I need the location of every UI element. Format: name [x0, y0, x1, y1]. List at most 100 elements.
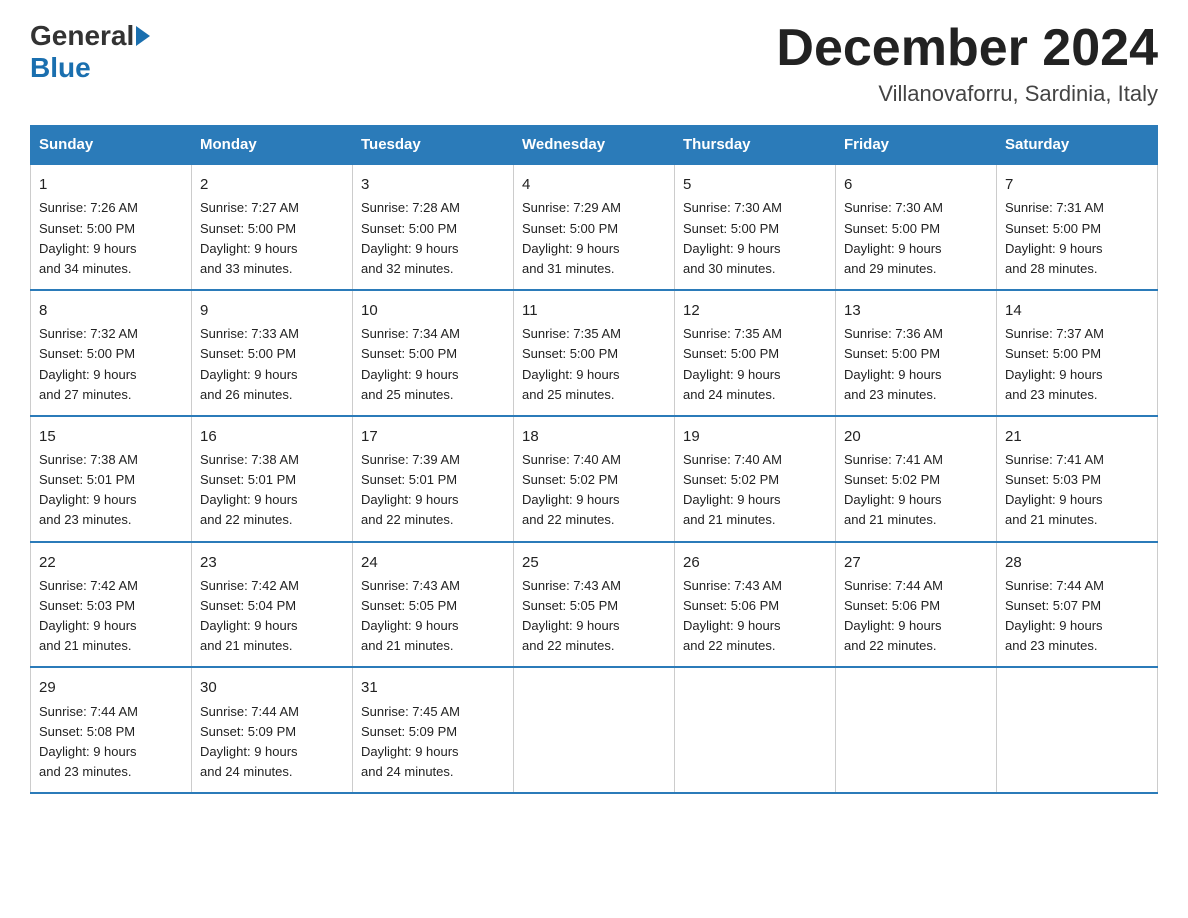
page-title: December 2024 — [776, 20, 1158, 77]
daylight-minutes: and 21 minutes. — [361, 636, 505, 656]
daylight-text: Daylight: 9 hours — [1005, 365, 1149, 385]
day-number: 11 — [522, 299, 666, 322]
weekday-header-friday: Friday — [836, 126, 997, 165]
sunrise-text: Sunrise: 7:34 AM — [361, 324, 505, 344]
day-number: 6 — [844, 173, 988, 196]
sunrise-text: Sunrise: 7:39 AM — [361, 450, 505, 470]
calendar-cell: 23Sunrise: 7:42 AMSunset: 5:04 PMDayligh… — [192, 542, 353, 668]
sunset-text: Sunset: 5:09 PM — [361, 722, 505, 742]
sunrise-text: Sunrise: 7:37 AM — [1005, 324, 1149, 344]
calendar-week-4: 22Sunrise: 7:42 AMSunset: 5:03 PMDayligh… — [31, 542, 1158, 668]
sunrise-text: Sunrise: 7:31 AM — [1005, 198, 1149, 218]
daylight-minutes: and 31 minutes. — [522, 259, 666, 279]
daylight-text: Daylight: 9 hours — [844, 239, 988, 259]
sunset-text: Sunset: 5:02 PM — [522, 470, 666, 490]
calendar-cell: 14Sunrise: 7:37 AMSunset: 5:00 PMDayligh… — [997, 290, 1158, 416]
daylight-minutes: and 22 minutes. — [361, 510, 505, 530]
daylight-minutes: and 21 minutes. — [683, 510, 827, 530]
calendar-cell: 30Sunrise: 7:44 AMSunset: 5:09 PMDayligh… — [192, 667, 353, 793]
calendar-cell: 24Sunrise: 7:43 AMSunset: 5:05 PMDayligh… — [353, 542, 514, 668]
sunrise-text: Sunrise: 7:35 AM — [522, 324, 666, 344]
calendar-cell — [836, 667, 997, 793]
daylight-text: Daylight: 9 hours — [522, 365, 666, 385]
calendar-table: SundayMondayTuesdayWednesdayThursdayFrid… — [30, 125, 1158, 794]
sunset-text: Sunset: 5:00 PM — [361, 219, 505, 239]
daylight-text: Daylight: 9 hours — [361, 239, 505, 259]
calendar-cell: 18Sunrise: 7:40 AMSunset: 5:02 PMDayligh… — [514, 416, 675, 542]
daylight-text: Daylight: 9 hours — [1005, 490, 1149, 510]
calendar-cell: 26Sunrise: 7:43 AMSunset: 5:06 PMDayligh… — [675, 542, 836, 668]
daylight-text: Daylight: 9 hours — [361, 742, 505, 762]
sunrise-text: Sunrise: 7:38 AM — [39, 450, 183, 470]
daylight-minutes: and 22 minutes. — [522, 510, 666, 530]
sunrise-text: Sunrise: 7:33 AM — [200, 324, 344, 344]
daylight-minutes: and 21 minutes. — [1005, 510, 1149, 530]
calendar-cell: 11Sunrise: 7:35 AMSunset: 5:00 PMDayligh… — [514, 290, 675, 416]
day-number: 20 — [844, 425, 988, 448]
daylight-minutes: and 21 minutes. — [200, 636, 344, 656]
calendar-cell: 6Sunrise: 7:30 AMSunset: 5:00 PMDaylight… — [836, 164, 997, 290]
daylight-minutes: and 30 minutes. — [683, 259, 827, 279]
daylight-text: Daylight: 9 hours — [39, 616, 183, 636]
calendar-week-1: 1Sunrise: 7:26 AMSunset: 5:00 PMDaylight… — [31, 164, 1158, 290]
sunset-text: Sunset: 5:06 PM — [683, 596, 827, 616]
daylight-text: Daylight: 9 hours — [361, 616, 505, 636]
calendar-cell: 1Sunrise: 7:26 AMSunset: 5:00 PMDaylight… — [31, 164, 192, 290]
day-number: 2 — [200, 173, 344, 196]
daylight-text: Daylight: 9 hours — [200, 490, 344, 510]
daylight-minutes: and 27 minutes. — [39, 385, 183, 405]
daylight-text: Daylight: 9 hours — [1005, 616, 1149, 636]
weekday-header-sunday: Sunday — [31, 126, 192, 165]
daylight-minutes: and 23 minutes. — [844, 385, 988, 405]
day-number: 26 — [683, 551, 827, 574]
day-number: 7 — [1005, 173, 1149, 196]
day-number: 28 — [1005, 551, 1149, 574]
day-number: 8 — [39, 299, 183, 322]
sunrise-text: Sunrise: 7:29 AM — [522, 198, 666, 218]
logo-general-text: General — [30, 20, 134, 52]
daylight-minutes: and 34 minutes. — [39, 259, 183, 279]
calendar-header: SundayMondayTuesdayWednesdayThursdayFrid… — [31, 126, 1158, 165]
sunset-text: Sunset: 5:03 PM — [1005, 470, 1149, 490]
day-number: 14 — [1005, 299, 1149, 322]
sunrise-text: Sunrise: 7:32 AM — [39, 324, 183, 344]
calendar-cell: 25Sunrise: 7:43 AMSunset: 5:05 PMDayligh… — [514, 542, 675, 668]
sunset-text: Sunset: 5:03 PM — [39, 596, 183, 616]
sunset-text: Sunset: 5:02 PM — [683, 470, 827, 490]
daylight-minutes: and 22 minutes. — [683, 636, 827, 656]
sunset-text: Sunset: 5:01 PM — [200, 470, 344, 490]
sunset-text: Sunset: 5:00 PM — [683, 344, 827, 364]
daylight-text: Daylight: 9 hours — [361, 490, 505, 510]
sunrise-text: Sunrise: 7:43 AM — [683, 576, 827, 596]
daylight-text: Daylight: 9 hours — [522, 239, 666, 259]
daylight-text: Daylight: 9 hours — [39, 239, 183, 259]
daylight-minutes: and 21 minutes. — [844, 510, 988, 530]
weekday-header-monday: Monday — [192, 126, 353, 165]
sunrise-text: Sunrise: 7:30 AM — [844, 198, 988, 218]
calendar-cell: 13Sunrise: 7:36 AMSunset: 5:00 PMDayligh… — [836, 290, 997, 416]
sunset-text: Sunset: 5:00 PM — [683, 219, 827, 239]
day-number: 29 — [39, 676, 183, 699]
daylight-text: Daylight: 9 hours — [39, 490, 183, 510]
day-number: 17 — [361, 425, 505, 448]
daylight-text: Daylight: 9 hours — [1005, 239, 1149, 259]
day-number: 16 — [200, 425, 344, 448]
sunrise-text: Sunrise: 7:43 AM — [522, 576, 666, 596]
sunset-text: Sunset: 5:06 PM — [844, 596, 988, 616]
sunrise-text: Sunrise: 7:40 AM — [522, 450, 666, 470]
calendar-cell: 28Sunrise: 7:44 AMSunset: 5:07 PMDayligh… — [997, 542, 1158, 668]
day-number: 24 — [361, 551, 505, 574]
daylight-text: Daylight: 9 hours — [200, 239, 344, 259]
calendar-cell — [997, 667, 1158, 793]
sunrise-text: Sunrise: 7:42 AM — [39, 576, 183, 596]
sunrise-text: Sunrise: 7:28 AM — [361, 198, 505, 218]
weekday-header-wednesday: Wednesday — [514, 126, 675, 165]
daylight-minutes: and 24 minutes. — [200, 762, 344, 782]
calendar-cell: 17Sunrise: 7:39 AMSunset: 5:01 PMDayligh… — [353, 416, 514, 542]
daylight-minutes: and 25 minutes. — [522, 385, 666, 405]
daylight-text: Daylight: 9 hours — [683, 490, 827, 510]
sunrise-text: Sunrise: 7:44 AM — [39, 702, 183, 722]
daylight-minutes: and 24 minutes. — [361, 762, 505, 782]
sunset-text: Sunset: 5:00 PM — [200, 344, 344, 364]
daylight-text: Daylight: 9 hours — [39, 365, 183, 385]
